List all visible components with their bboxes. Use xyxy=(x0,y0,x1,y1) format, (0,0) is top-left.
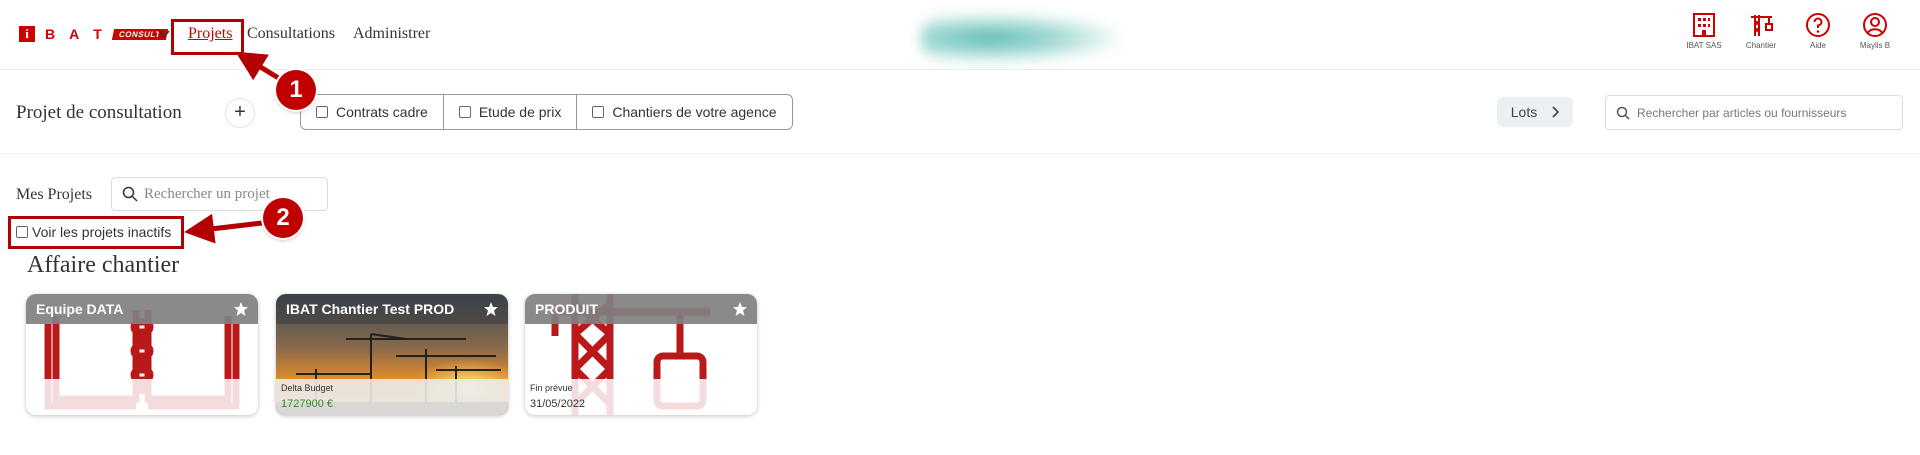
arrow-2 xyxy=(184,213,263,244)
card-title: PRODUIT xyxy=(535,301,598,317)
card-title: Equipe DATA xyxy=(36,301,124,317)
star-icon[interactable] xyxy=(732,301,748,317)
card-foot-value: 31/05/2022 xyxy=(530,398,586,410)
card-title: IBAT Chantier Test PROD xyxy=(286,301,455,317)
card-foot-key: Delta Budget xyxy=(281,383,334,393)
star-icon[interactable] xyxy=(233,301,249,317)
card-foot-key: Fin prévue xyxy=(530,383,573,393)
annotation-badge: 2 xyxy=(263,198,303,238)
annotation-badge: 1 xyxy=(276,70,316,110)
card-foot-value: 1727900 € xyxy=(281,398,333,410)
star-icon[interactable] xyxy=(483,301,499,317)
